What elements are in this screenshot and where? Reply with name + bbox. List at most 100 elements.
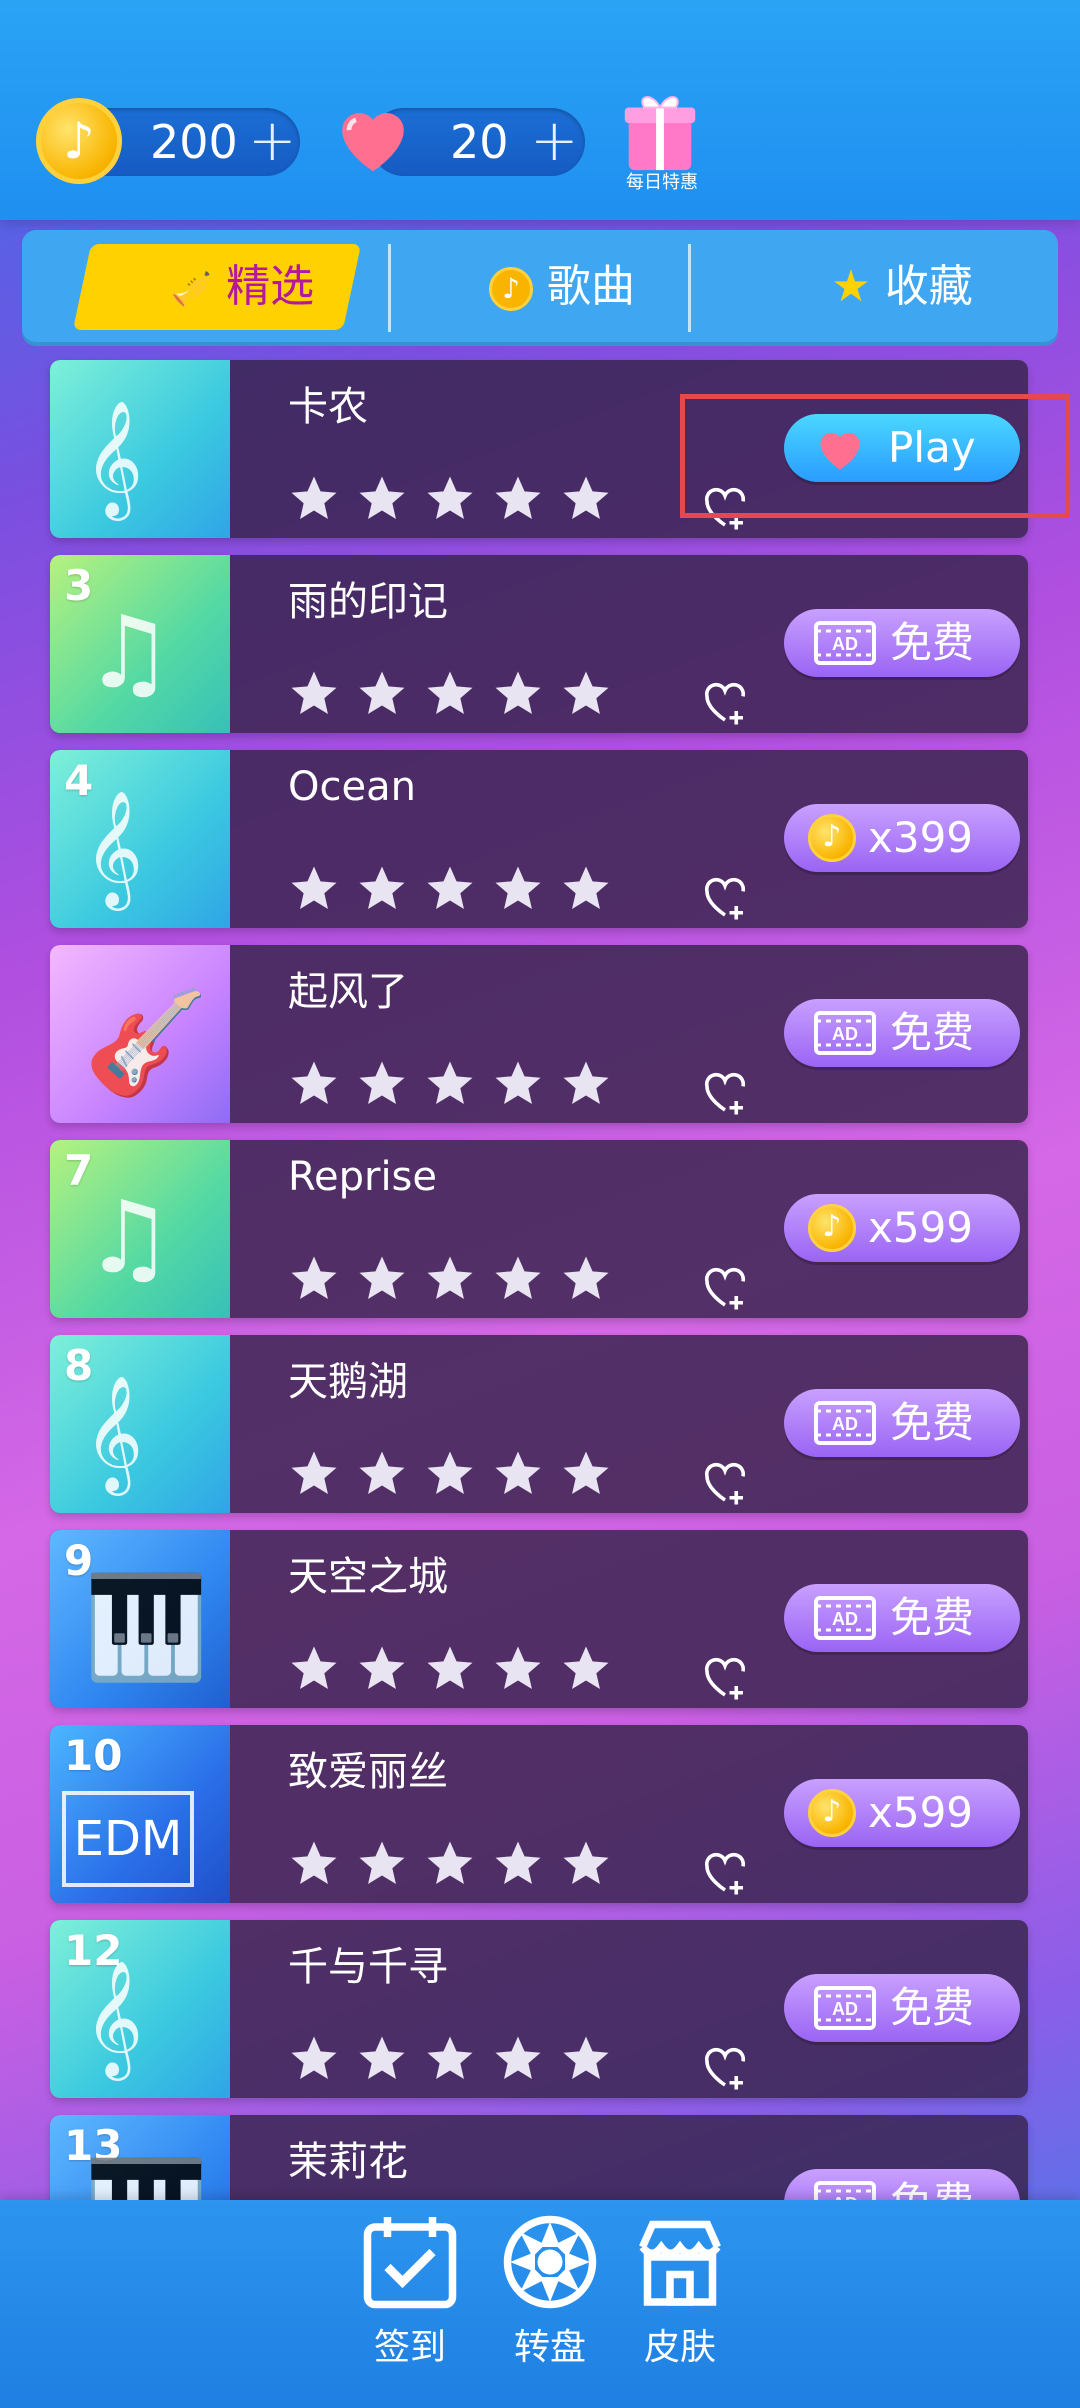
song-title: Reprise bbox=[288, 1154, 438, 1200]
category-tabs: 🎺 精选 ♪ 歌曲 ★ 收藏 bbox=[22, 230, 1058, 346]
free-ad-button[interactable]: AD 免费 bbox=[784, 609, 1020, 677]
treble-clef-icon: 𝄞 bbox=[84, 399, 144, 516]
heart-count: 20 bbox=[450, 115, 509, 169]
tab-songs[interactable]: ♪ 歌曲 bbox=[462, 244, 662, 330]
rating-star-icon bbox=[563, 1451, 609, 1495]
song-row[interactable]: 9 🎹 天空之城 AD 免费 bbox=[50, 1530, 1028, 1708]
song-thumbnail: 8 𝄞 bbox=[50, 1335, 230, 1513]
song-thumbnail: 9 🎹 bbox=[50, 1530, 230, 1708]
action-button-label: x399 bbox=[868, 813, 974, 862]
rating-star-icon bbox=[563, 1646, 609, 1690]
free-ad-button[interactable]: AD 免费 bbox=[784, 1974, 1020, 2042]
action-button-label: 免费 bbox=[890, 1983, 975, 2032]
star-rating bbox=[286, 2032, 626, 2088]
rating-star-icon bbox=[427, 1646, 473, 1690]
rating-star-icon bbox=[291, 1841, 337, 1885]
rating-star-icon bbox=[359, 1256, 405, 1300]
coin-unlock-button[interactable]: ♪ x399 bbox=[784, 804, 1020, 872]
treble-clef-icon: 𝄞 bbox=[84, 1374, 144, 1491]
coin-icon: ♪ bbox=[36, 98, 122, 184]
add-coins-button[interactable]: + bbox=[248, 108, 297, 176]
tab-favorites[interactable]: ★ 收藏 bbox=[802, 244, 1002, 330]
song-row[interactable]: 10 EDM 致爱丽丝 ♪ x599 bbox=[50, 1725, 1028, 1903]
tab-featured-label: 精选 bbox=[226, 261, 315, 312]
star-rating bbox=[286, 1447, 626, 1503]
coin-unlock-button[interactable]: ♪ x599 bbox=[784, 1779, 1020, 1847]
coin-icon: ♪ bbox=[808, 814, 856, 862]
coin-unlock-button[interactable]: ♪ x599 bbox=[784, 1194, 1020, 1262]
rating-star-icon bbox=[359, 671, 405, 715]
song-number: 10 bbox=[64, 1731, 123, 1780]
ad-film-icon: AD bbox=[814, 1986, 876, 2030]
nav-checkin[interactable]: 签到 bbox=[350, 2212, 470, 2370]
rating-star-icon bbox=[427, 2036, 473, 2080]
action-button-label: 免费 bbox=[890, 618, 975, 667]
rating-star-icon bbox=[359, 476, 405, 520]
rating-star-icon bbox=[359, 2036, 405, 2080]
song-title: 卡农 bbox=[288, 384, 368, 430]
free-ad-button[interactable]: AD 免费 bbox=[784, 1389, 1020, 1457]
song-row[interactable]: 8 𝄞 天鹅湖 AD 免费 bbox=[50, 1335, 1028, 1513]
add-favorite-icon[interactable] bbox=[698, 1650, 752, 1704]
calendar-check-icon bbox=[363, 2217, 457, 2309]
nav-wheel[interactable]: 转盘 bbox=[490, 2212, 610, 2370]
song-row[interactable]: 7 ♫ Reprise ♪ x599 bbox=[50, 1140, 1028, 1318]
rating-star-icon bbox=[427, 1256, 473, 1300]
tab-featured[interactable]: 🎺 精选 bbox=[142, 244, 342, 330]
rating-star-icon bbox=[359, 1646, 405, 1690]
free-ad-button[interactable]: AD 免费 bbox=[784, 1584, 1020, 1652]
song-thumbnail: 12 𝄞 bbox=[50, 1920, 230, 2098]
piano-icon: 🎹 bbox=[84, 1569, 209, 1686]
song-title: Ocean bbox=[288, 764, 416, 810]
star-rating bbox=[286, 472, 626, 528]
song-title: 雨的印记 bbox=[288, 579, 448, 625]
svg-text:AD: AD bbox=[832, 1609, 858, 1629]
bottom-nav: 签到 转盘 皮肤 bbox=[0, 2200, 1080, 2408]
svg-text:AD: AD bbox=[832, 1414, 858, 1434]
rating-star-icon bbox=[359, 1061, 405, 1105]
top-bar: 200 + ♪ 20 + 每日特惠 bbox=[0, 0, 1080, 220]
rating-star-icon bbox=[495, 866, 541, 910]
rating-star-icon bbox=[427, 866, 473, 910]
star-icon: ★ bbox=[831, 261, 871, 312]
action-button-label: 免费 bbox=[890, 1398, 975, 1447]
guitar-icon: 🎸 bbox=[84, 984, 209, 1101]
rating-star-icon bbox=[563, 2036, 609, 2080]
free-ad-button[interactable]: AD 免费 bbox=[784, 999, 1020, 1067]
shop-icon bbox=[639, 2220, 721, 2306]
star-rating bbox=[286, 1252, 626, 1308]
rating-star-icon bbox=[291, 1256, 337, 1300]
rating-star-icon bbox=[495, 1061, 541, 1105]
add-favorite-icon[interactable] bbox=[698, 1455, 752, 1509]
sheet-music-icon: ♫ bbox=[84, 594, 174, 711]
add-favorite-icon[interactable] bbox=[698, 675, 752, 729]
song-thumbnail: 𝄞 bbox=[50, 360, 230, 538]
tab-favorites-label: 收藏 bbox=[884, 261, 973, 312]
nav-checkin-label: 签到 bbox=[373, 2327, 446, 2368]
add-favorite-icon[interactable] bbox=[698, 2040, 752, 2094]
action-button-label: 免费 bbox=[890, 1008, 975, 1057]
nav-wheel-label: 转盘 bbox=[513, 2327, 586, 2368]
add-hearts-button[interactable]: + bbox=[530, 108, 579, 176]
rating-star-icon bbox=[291, 1451, 337, 1495]
add-favorite-icon[interactable] bbox=[698, 1065, 752, 1119]
gift-icon[interactable] bbox=[620, 84, 700, 174]
nav-skins[interactable]: 皮肤 bbox=[620, 2212, 740, 2370]
song-row[interactable]: 🎸 起风了 AD 免费 bbox=[50, 945, 1028, 1123]
ad-film-icon: AD bbox=[814, 1596, 876, 1640]
song-row[interactable]: 3 ♫ 雨的印记 AD 免费 bbox=[50, 555, 1028, 733]
rating-star-icon bbox=[427, 671, 473, 715]
daily-deal-label: 每日特惠 bbox=[626, 172, 698, 193]
add-favorite-icon[interactable] bbox=[698, 870, 752, 924]
rating-star-icon bbox=[563, 671, 609, 715]
song-title: 致爱丽丝 bbox=[288, 1749, 448, 1795]
rating-star-icon bbox=[427, 1061, 473, 1105]
add-favorite-icon[interactable] bbox=[698, 1260, 752, 1314]
song-row[interactable]: 4 𝄞 Ocean ♪ x399 bbox=[50, 750, 1028, 928]
song-row[interactable]: 12 𝄞 千与千寻 AD 免费 bbox=[50, 1920, 1028, 2098]
edm-label: EDM bbox=[62, 1791, 194, 1887]
rating-star-icon bbox=[563, 866, 609, 910]
rating-star-icon bbox=[563, 1061, 609, 1105]
svg-text:AD: AD bbox=[832, 1999, 858, 2019]
add-favorite-icon[interactable] bbox=[698, 1845, 752, 1899]
